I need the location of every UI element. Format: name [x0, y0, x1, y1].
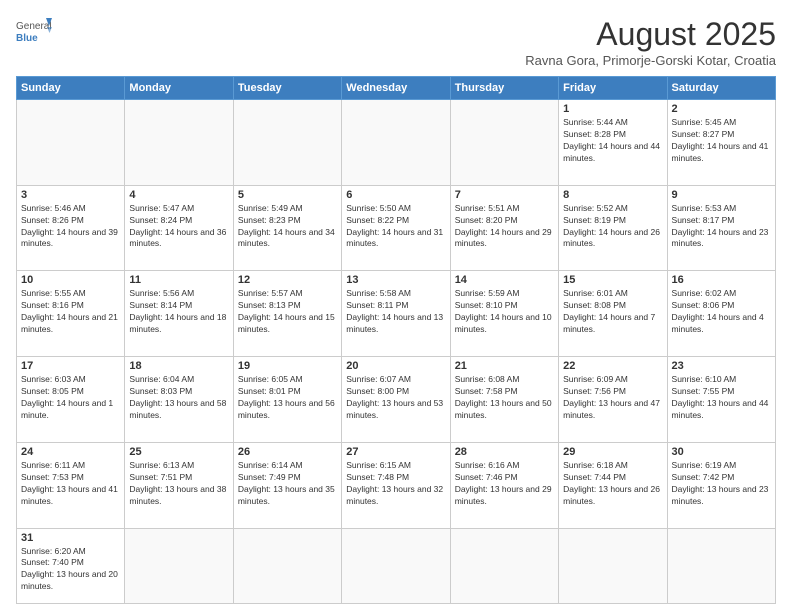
day-1: 1 Sunrise: 5:44 AM Sunset: 8:28 PM Dayli… — [559, 100, 667, 186]
day-21: 21 Sunrise: 6:08 AM Sunset: 7:58 PM Dayl… — [450, 357, 558, 443]
day-10: 10 Sunrise: 5:55 AM Sunset: 8:16 PM Dayl… — [17, 271, 125, 357]
empty-cell — [233, 528, 341, 603]
day-15: 15 Sunrise: 6:01 AM Sunset: 8:08 PM Dayl… — [559, 271, 667, 357]
empty-cell — [450, 528, 558, 603]
svg-text:General: General — [16, 21, 52, 32]
weekday-header-row: Sunday Monday Tuesday Wednesday Thursday… — [17, 77, 776, 100]
header-thursday: Thursday — [450, 77, 558, 100]
day-2: 2 Sunrise: 5:45 AM Sunset: 8:27 PM Dayli… — [667, 100, 775, 186]
day-3: 3 Sunrise: 5:46 AM Sunset: 8:26 PM Dayli… — [17, 185, 125, 271]
calendar-row-6: 31 Sunrise: 6:20 AM Sunset: 7:40 PM Dayl… — [17, 528, 776, 603]
header-sunday: Sunday — [17, 77, 125, 100]
day-7: 7 Sunrise: 5:51 AM Sunset: 8:20 PM Dayli… — [450, 185, 558, 271]
day-12: 12 Sunrise: 5:57 AM Sunset: 8:13 PM Dayl… — [233, 271, 341, 357]
empty-cell — [17, 100, 125, 186]
header-saturday: Saturday — [667, 77, 775, 100]
day-31: 31 Sunrise: 6:20 AM Sunset: 7:40 PM Dayl… — [17, 528, 125, 603]
day-27: 27 Sunrise: 6:15 AM Sunset: 7:48 PM Dayl… — [342, 442, 450, 528]
day-17: 17 Sunrise: 6:03 AM Sunset: 8:05 PM Dayl… — [17, 357, 125, 443]
calendar-row-4: 17 Sunrise: 6:03 AM Sunset: 8:05 PM Dayl… — [17, 357, 776, 443]
empty-cell — [450, 100, 558, 186]
day-13: 13 Sunrise: 5:58 AM Sunset: 8:11 PM Dayl… — [342, 271, 450, 357]
empty-cell — [125, 100, 233, 186]
empty-cell — [667, 528, 775, 603]
day-22: 22 Sunrise: 6:09 AM Sunset: 7:56 PM Dayl… — [559, 357, 667, 443]
day-24: 24 Sunrise: 6:11 AM Sunset: 7:53 PM Dayl… — [17, 442, 125, 528]
location-subtitle: Ravna Gora, Primorje-Gorski Kotar, Croat… — [525, 53, 776, 68]
day-30: 30 Sunrise: 6:19 AM Sunset: 7:42 PM Dayl… — [667, 442, 775, 528]
day-14: 14 Sunrise: 5:59 AM Sunset: 8:10 PM Dayl… — [450, 271, 558, 357]
calendar-row-1: 1 Sunrise: 5:44 AM Sunset: 8:28 PM Dayli… — [17, 100, 776, 186]
day-18: 18 Sunrise: 6:04 AM Sunset: 8:03 PM Dayl… — [125, 357, 233, 443]
day-26: 26 Sunrise: 6:14 AM Sunset: 7:49 PM Dayl… — [233, 442, 341, 528]
day-20: 20 Sunrise: 6:07 AM Sunset: 8:00 PM Dayl… — [342, 357, 450, 443]
day-4: 4 Sunrise: 5:47 AM Sunset: 8:24 PM Dayli… — [125, 185, 233, 271]
day-9: 9 Sunrise: 5:53 AM Sunset: 8:17 PM Dayli… — [667, 185, 775, 271]
calendar-row-2: 3 Sunrise: 5:46 AM Sunset: 8:26 PM Dayli… — [17, 185, 776, 271]
day-25: 25 Sunrise: 6:13 AM Sunset: 7:51 PM Dayl… — [125, 442, 233, 528]
header: General Blue August 2025 Ravna Gora, Pri… — [16, 16, 776, 68]
month-title: August 2025 — [525, 16, 776, 53]
calendar-row-3: 10 Sunrise: 5:55 AM Sunset: 8:16 PM Dayl… — [17, 271, 776, 357]
day-6: 6 Sunrise: 5:50 AM Sunset: 8:22 PM Dayli… — [342, 185, 450, 271]
header-wednesday: Wednesday — [342, 77, 450, 100]
calendar-row-5: 24 Sunrise: 6:11 AM Sunset: 7:53 PM Dayl… — [17, 442, 776, 528]
calendar-table: Sunday Monday Tuesday Wednesday Thursday… — [16, 76, 776, 604]
header-monday: Monday — [125, 77, 233, 100]
day-29: 29 Sunrise: 6:18 AM Sunset: 7:44 PM Dayl… — [559, 442, 667, 528]
empty-cell — [125, 528, 233, 603]
header-tuesday: Tuesday — [233, 77, 341, 100]
day-8: 8 Sunrise: 5:52 AM Sunset: 8:19 PM Dayli… — [559, 185, 667, 271]
empty-cell — [342, 100, 450, 186]
svg-text:Blue: Blue — [16, 33, 38, 44]
title-area: August 2025 Ravna Gora, Primorje-Gorski … — [525, 16, 776, 68]
day-28: 28 Sunrise: 6:16 AM Sunset: 7:46 PM Dayl… — [450, 442, 558, 528]
page: General Blue August 2025 Ravna Gora, Pri… — [0, 0, 792, 612]
header-friday: Friday — [559, 77, 667, 100]
logo: General Blue — [16, 16, 52, 46]
day-23: 23 Sunrise: 6:10 AM Sunset: 7:55 PM Dayl… — [667, 357, 775, 443]
empty-cell — [342, 528, 450, 603]
day-11: 11 Sunrise: 5:56 AM Sunset: 8:14 PM Dayl… — [125, 271, 233, 357]
generalblue-logo-icon: General Blue — [16, 16, 52, 46]
day-19: 19 Sunrise: 6:05 AM Sunset: 8:01 PM Dayl… — [233, 357, 341, 443]
empty-cell — [559, 528, 667, 603]
day-5: 5 Sunrise: 5:49 AM Sunset: 8:23 PM Dayli… — [233, 185, 341, 271]
empty-cell — [233, 100, 341, 186]
day-16: 16 Sunrise: 6:02 AM Sunset: 8:06 PM Dayl… — [667, 271, 775, 357]
